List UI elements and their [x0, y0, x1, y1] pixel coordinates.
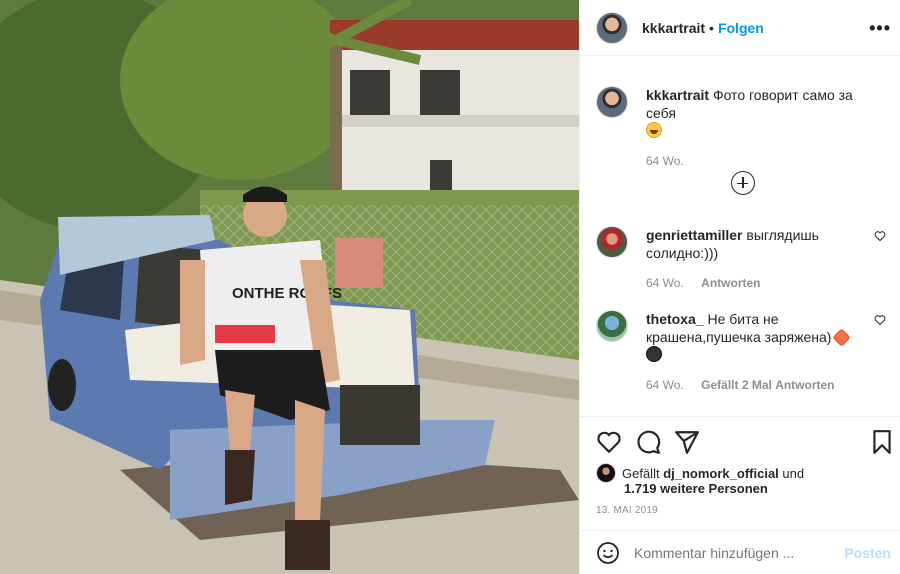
liked-connector: und: [782, 465, 805, 481]
comment-icon[interactable]: [635, 429, 661, 455]
collision-emoji-icon: [832, 328, 851, 347]
author-username[interactable]: kkkartrait: [642, 20, 705, 36]
bookmark-icon[interactable]: [869, 429, 895, 455]
reply-button[interactable]: Antworten: [775, 378, 834, 392]
post-side-panel: kkkartrait • Folgen ••• kkkartrait Фото …: [579, 0, 900, 574]
comment-input[interactable]: [634, 544, 834, 561]
add-comment-bar: Posten: [580, 530, 900, 574]
author-avatar[interactable]: [596, 11, 628, 44]
caption-time[interactable]: 64 Wo.: [646, 154, 684, 168]
post-button[interactable]: Posten: [844, 545, 891, 561]
post-header: kkkartrait • Folgen •••: [580, 0, 900, 56]
follow-button[interactable]: Folgen: [718, 20, 764, 36]
post-actions: Gefällt dj_nomork_official und 1.719 wei…: [580, 416, 900, 526]
post-caption: kkkartrait Фото говорит само за себя 64 …: [596, 86, 886, 170]
comment-body: thetoxa_ Не бита не крашена,пушечка заря…: [646, 310, 856, 394]
post-photo[interactable]: ONTHE ROOFS: [0, 0, 579, 574]
comment-username[interactable]: thetoxa_: [646, 311, 704, 327]
comment-item: thetoxa_ Не бита не крашена,пушечка заря…: [596, 310, 886, 394]
comment-username[interactable]: genriettamiller: [646, 227, 742, 243]
post-date[interactable]: 13. MAI 2019: [596, 505, 658, 516]
share-icon[interactable]: [674, 429, 700, 455]
liked-by: Gefällt dj_nomork_official und: [596, 463, 804, 483]
comment-meta: 64 Wo. Antworten: [646, 274, 856, 292]
caption-username[interactable]: kkkartrait: [646, 87, 709, 103]
liker-avatar[interactable]: [596, 463, 616, 483]
comment-avatar[interactable]: [596, 310, 628, 342]
add-comments-icon[interactable]: [731, 171, 755, 195]
comment-meta: 64 Wo. Gefällt 2 Mal Antworten: [646, 376, 856, 394]
liked-prefix: Gefällt: [622, 465, 660, 481]
comment-body: genriettamiller выглядишь солидно:))) 64…: [646, 226, 856, 292]
comment-item: genriettamiller выглядишь солидно:))) 64…: [596, 226, 886, 292]
likes-others[interactable]: 1.719 weitere Personen: [624, 481, 768, 496]
comment-avatar[interactable]: [596, 226, 628, 258]
header-separator: •: [709, 19, 714, 36]
more-icon[interactable]: •••: [869, 18, 891, 39]
bomb-emoji-icon: [646, 346, 662, 362]
heart-icon[interactable]: [596, 429, 622, 455]
laughing-emoji-icon: [646, 122, 662, 138]
emoji-icon[interactable]: [596, 541, 620, 565]
caption-avatar[interactable]: [596, 86, 628, 118]
photo-scene: ONTHE ROOFS: [0, 0, 579, 574]
comment-like-heart-icon[interactable]: [874, 230, 886, 242]
reply-button[interactable]: Antworten: [701, 276, 760, 290]
caption-body: kkkartrait Фото говорит само за себя 64 …: [646, 86, 886, 170]
comment-time[interactable]: 64 Wo.: [646, 378, 684, 392]
comment-like-heart-icon[interactable]: [874, 314, 886, 326]
comment-likes[interactable]: Gefällt 2 Mal: [701, 378, 772, 392]
liker-username[interactable]: dj_nomork_official: [663, 466, 779, 481]
comment-time[interactable]: 64 Wo.: [646, 276, 684, 290]
caption-meta: 64 Wo.: [646, 152, 886, 170]
